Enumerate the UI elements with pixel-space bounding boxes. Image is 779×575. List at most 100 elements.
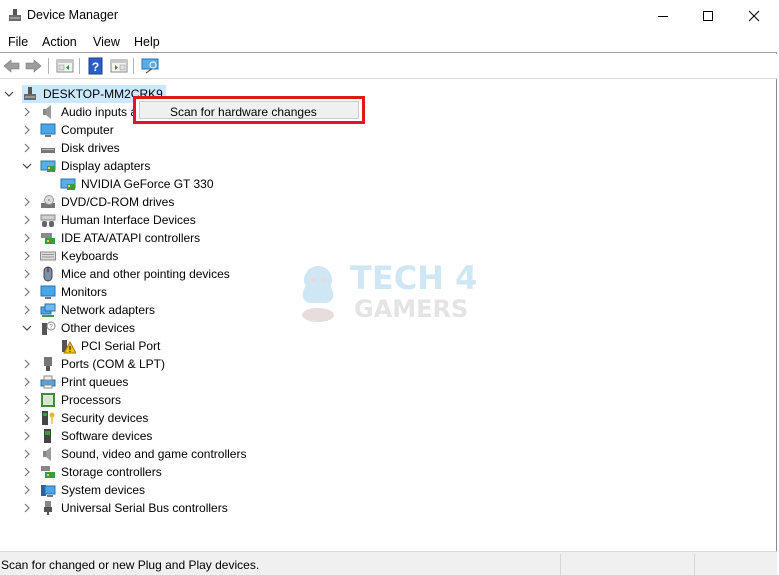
close-button[interactable] [731, 0, 777, 31]
tree-item-label: Other devices [61, 321, 136, 335]
tree-item-label: PCI Serial Port [81, 339, 161, 353]
watermark-line1: TECH 4 [350, 259, 477, 297]
status-separator [694, 554, 695, 575]
chevron-right-icon[interactable] [22, 445, 32, 463]
category-item[interactable]: Monitors [22, 283, 107, 301]
maximize-button[interactable] [685, 0, 731, 31]
toolbar-separator [48, 58, 49, 74]
device-manager-app-icon [9, 9, 21, 21]
toolbar-separator [79, 58, 80, 74]
tech4gamers-watermark: TECH 4 GAMERS [302, 259, 477, 323]
tree-item-label: Print queues [61, 375, 129, 389]
device-item[interactable]: PCI Serial Port [60, 337, 160, 355]
warning-device-icon [62, 340, 76, 354]
dvd-drive-icon [41, 195, 55, 208]
network-adapter-icon [40, 303, 56, 317]
tree-item-label: IDE ATA/ATAPI controllers [61, 231, 201, 245]
category-item[interactable]: Mice and other pointing devices [22, 265, 230, 283]
chevron-right-icon[interactable] [22, 139, 32, 157]
toolbar-separator [133, 58, 134, 74]
category-item[interactable]: Sound, video and game controllers [22, 445, 246, 463]
menu-bar: File Action View Help [0, 31, 777, 53]
chevron-down-icon[interactable] [4, 85, 14, 103]
ide-controller-icon [41, 233, 55, 244]
category-item[interactable]: System devices [22, 481, 145, 499]
tree-item-label: Universal Serial Bus controllers [61, 501, 228, 515]
speaker-icon [43, 447, 51, 461]
display-adapter-icon [40, 160, 56, 172]
category-item[interactable]: Network adapters [22, 301, 155, 319]
chevron-down-icon[interactable] [22, 157, 32, 175]
chevron-right-icon[interactable] [22, 499, 32, 517]
close-icon [748, 10, 760, 21]
scan-for-hardware-changes-item[interactable]: Scan for hardware changes [170, 105, 317, 119]
menu-help[interactable]: Help [134, 35, 160, 49]
category-item[interactable]: Security devices [22, 409, 148, 427]
category-item[interactable]: Display adapters [22, 157, 150, 175]
security-device-icon [42, 411, 55, 425]
category-item[interactable]: Print queues [22, 373, 128, 391]
chevron-right-icon[interactable] [22, 247, 32, 265]
tree-item-label: System devices [61, 483, 146, 497]
show-hide-console-tree-icon[interactable] [56, 57, 74, 75]
category-item[interactable]: Disk drives [22, 139, 120, 157]
device-item[interactable]: NVIDIA GeForce GT 330 [60, 175, 214, 193]
action-pane-icon[interactable] [110, 57, 128, 75]
tree-item-label: Keyboards [61, 249, 119, 263]
maximize-icon [703, 10, 713, 21]
chevron-right-icon[interactable] [22, 283, 32, 301]
window-title: Device Manager [27, 8, 119, 22]
category-item[interactable]: Computer [22, 121, 114, 139]
tree-item-label: Display adapters [61, 159, 151, 173]
chevron-right-icon[interactable] [22, 427, 32, 445]
minimize-button[interactable] [640, 0, 686, 31]
mouse-icon [43, 266, 53, 282]
chevron-right-icon[interactable] [22, 355, 32, 373]
computer-tower-icon [24, 87, 36, 100]
tree-item-label: Disk drives [61, 141, 120, 155]
monitor-icon [40, 285, 56, 299]
category-item[interactable]: Storage controllers [22, 463, 162, 481]
back-arrow-icon[interactable] [3, 57, 21, 75]
chevron-right-icon[interactable] [22, 103, 32, 121]
help-icon[interactable]: ? [87, 57, 105, 75]
chevron-right-icon[interactable] [22, 373, 32, 391]
chevron-right-icon[interactable] [22, 301, 32, 319]
category-item[interactable]: Processors [22, 391, 121, 409]
unknown-device-icon: ? [42, 321, 56, 335]
category-item[interactable]: Universal Serial Bus controllers [22, 499, 228, 517]
tree-item-label: Sound, video and game controllers [61, 447, 247, 461]
menu-view[interactable]: View [93, 35, 120, 49]
chevron-right-icon[interactable] [22, 121, 32, 139]
chevron-down-icon[interactable] [22, 319, 32, 337]
forward-arrow-icon[interactable] [24, 57, 42, 75]
status-bar: Scan for changed or new Plug and Play de… [0, 551, 777, 575]
category-item[interactable]: Human Interface Devices [22, 211, 196, 229]
chevron-right-icon[interactable] [22, 409, 32, 427]
chevron-right-icon[interactable] [22, 391, 32, 409]
chevron-right-icon[interactable] [22, 481, 32, 499]
menu-action[interactable]: Action [42, 35, 77, 49]
chevron-right-icon[interactable] [22, 265, 32, 283]
category-item[interactable]: Ports (COM & LPT) [22, 355, 165, 373]
menu-file[interactable]: File [8, 35, 28, 49]
chevron-right-icon[interactable] [22, 193, 32, 211]
display-adapter-icon [60, 178, 76, 190]
chevron-right-icon[interactable] [22, 229, 32, 247]
category-item[interactable]: DVD/CD-ROM drives [22, 193, 174, 211]
tree-item-label: Monitors [61, 285, 108, 299]
category-item[interactable]: ? Other devices [22, 319, 135, 337]
printer-icon [40, 375, 56, 389]
category-item[interactable]: IDE ATA/ATAPI controllers [22, 229, 200, 247]
software-device-icon [44, 429, 51, 443]
processor-icon [41, 393, 55, 407]
tree-item-label: Security devices [61, 411, 149, 425]
category-item[interactable]: Software devices [22, 427, 152, 445]
usb-icon [44, 501, 52, 515]
category-item[interactable]: Keyboards [22, 247, 118, 265]
keyboard-icon [40, 251, 56, 261]
minimize-icon [658, 15, 668, 17]
chevron-right-icon[interactable] [22, 463, 32, 481]
scan-hardware-monitor-icon[interactable] [141, 57, 159, 75]
chevron-right-icon[interactable] [22, 211, 32, 229]
